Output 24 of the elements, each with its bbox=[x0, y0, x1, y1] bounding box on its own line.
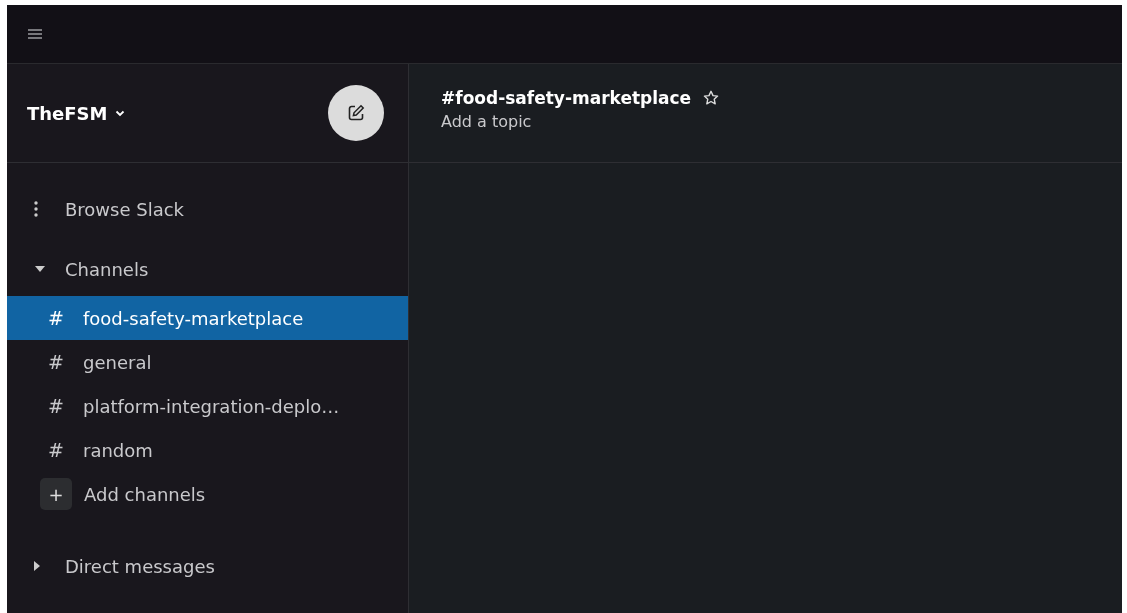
workspace-menu[interactable]: TheFSM bbox=[27, 102, 126, 124]
channel-item[interactable]: # platform-integration-deplo… bbox=[7, 384, 408, 428]
channel-item[interactable]: # food-safety-marketplace bbox=[7, 296, 408, 340]
compose-icon bbox=[347, 104, 365, 122]
browse-item[interactable]: Browse Slack bbox=[7, 189, 408, 229]
channel-item[interactable]: # general bbox=[7, 340, 408, 384]
channel-item[interactable]: # random bbox=[7, 428, 408, 472]
channel-title: #food-safety-marketplace bbox=[441, 88, 692, 108]
add-channels-item[interactable]: + Add channels bbox=[7, 472, 408, 516]
add-topic-link[interactable]: Add a topic bbox=[441, 112, 532, 131]
hash-icon: # bbox=[48, 307, 66, 329]
compose-button[interactable] bbox=[328, 85, 384, 141]
menu-icon[interactable] bbox=[28, 29, 42, 39]
hash-icon: # bbox=[48, 439, 66, 461]
hash-icon: # bbox=[48, 395, 66, 417]
more-vertical-icon bbox=[34, 201, 38, 217]
chevron-down-icon bbox=[115, 109, 126, 117]
caret-down-icon bbox=[34, 265, 46, 273]
section-header[interactable]: Channels bbox=[7, 249, 408, 289]
plus-icon: + bbox=[40, 478, 72, 510]
hash-icon: # bbox=[48, 351, 66, 373]
star-icon[interactable] bbox=[703, 90, 720, 106]
caret-right-icon bbox=[34, 561, 41, 571]
section-header[interactable]: Direct messages bbox=[7, 546, 408, 586]
